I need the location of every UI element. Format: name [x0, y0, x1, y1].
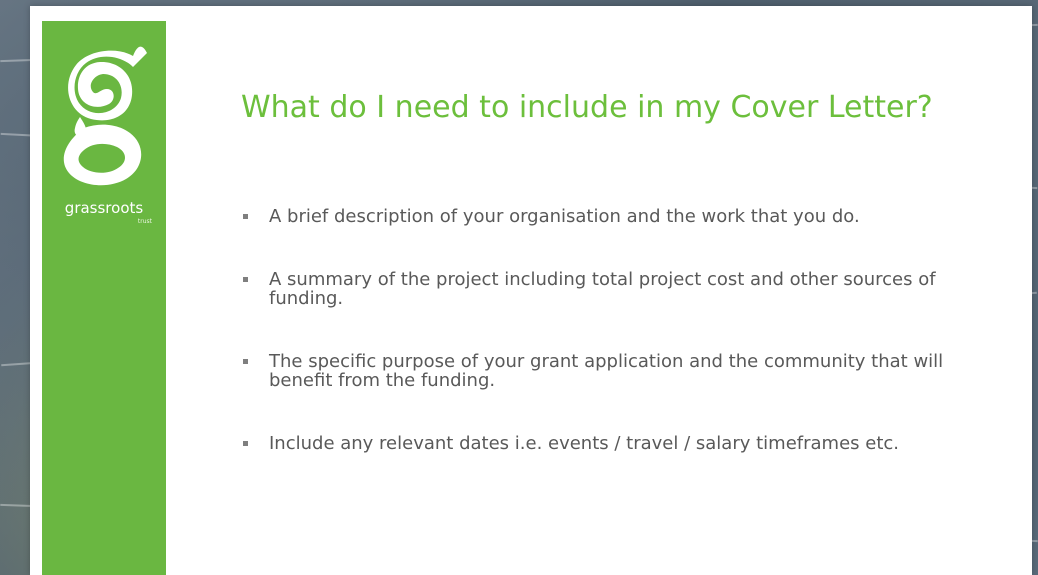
slide-title: What do I need to include in my Cover Le…	[241, 90, 933, 125]
logo-name: grassroots	[64, 199, 144, 217]
bullet-marker-icon	[243, 441, 248, 446]
grassroots-logo-icon	[63, 46, 147, 186]
bullet-list: A brief description of your organisation…	[243, 207, 973, 497]
bullet-marker-icon	[243, 359, 248, 364]
presentation-slide: grassroots trust What do I need to inclu…	[30, 6, 1032, 575]
logo-subtext: trust	[137, 218, 152, 225]
bullet-item: The specific purpose of your grant appli…	[243, 352, 973, 390]
bullet-text: A brief description of your organisation…	[269, 206, 860, 227]
bullet-item: A summary of the project including total…	[243, 270, 973, 308]
bullet-marker-icon	[243, 214, 248, 219]
bullet-item: Include any relevant dates i.e. events /…	[243, 434, 973, 453]
bullet-text: The specific purpose of your grant appli…	[269, 351, 944, 391]
bullet-item: A brief description of your organisation…	[243, 207, 973, 226]
bullet-text: A summary of the project including total…	[269, 269, 936, 309]
brand-sidebar: grassroots trust	[42, 21, 166, 575]
bullet-text: Include any relevant dates i.e. events /…	[269, 433, 899, 454]
bullet-marker-icon	[243, 277, 248, 282]
